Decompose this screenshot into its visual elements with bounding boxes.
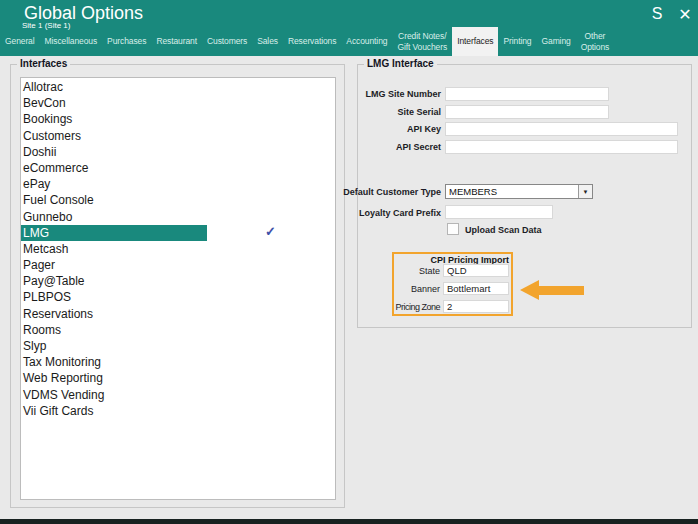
tab-credit-notes[interactable]: Credit Notes/ Gift Vouchers [392,27,452,56]
list-item-vdms-vending[interactable]: VDMS Vending [21,387,335,403]
highlight-arrow-shaft [539,286,584,295]
list-item-ecommerce[interactable]: eCommerce [21,160,335,176]
tab-sales[interactable]: Sales [252,27,283,56]
tab-gaming[interactable]: Gaming [537,27,576,56]
list-item-doshii[interactable]: Doshii [21,144,335,160]
tab-bar: General Miscellaneous Purchases Restaura… [0,27,614,56]
window-buttons: S ✕ [648,5,694,24]
tab-restaurant[interactable]: Restaurant [151,27,202,56]
list-item-metcash[interactable]: Metcash [21,241,335,257]
site-serial-input[interactable] [445,105,609,119]
banner-input[interactable]: Bottlemart [443,282,509,295]
api-key-input[interactable] [445,122,678,136]
tab-other-options[interactable]: Other Options [576,27,615,56]
list-item-vii-gift-cards[interactable]: Vii Gift Cards [21,403,335,419]
highlight-arrow-icon [520,280,539,300]
loyalty-card-prefix-label: Loyalty Card Prefix [326,207,441,219]
tab-interfaces[interactable]: Interfaces [452,27,498,56]
list-item-lmg[interactable]: LMG [21,225,207,241]
api-key-label: API Key [326,123,441,135]
lmg-group-label: LMG Interface [364,58,437,70]
site-serial-label: Site Serial [326,106,441,118]
default-customer-type-dropdown[interactable]: MEMBERS ▼ [445,184,593,199]
default-customer-type-label: Default Customer Type [326,186,441,198]
interfaces-list: Allotrac BevCon Bookings Customers Doshi… [20,77,336,500]
tab-printing[interactable]: Printing [498,27,536,56]
list-item-customers[interactable]: Customers [21,128,335,144]
window-bottom-border [0,519,698,524]
banner-label: Banner [340,283,440,295]
tab-purchases[interactable]: Purchases [102,27,151,56]
dropdown-arrow-icon[interactable]: ▼ [578,185,592,198]
upload-scan-data-label: Upload Scan Data [465,224,580,236]
tab-miscellaneous[interactable]: Miscellaneous [40,27,103,56]
api-secret-input[interactable] [445,140,678,154]
list-item-fuel-console[interactable]: Fuel Console [21,192,335,208]
upload-scan-data-checkbox[interactable] [447,223,459,235]
list-item-pager[interactable]: Pager [21,257,335,273]
global-options-window: Global Options Site 1 (Site 1) S ✕ Gener… [0,0,698,524]
pricing-zone-input[interactable]: 2 [443,300,509,313]
list-item-reservations[interactable]: Reservations [21,306,335,322]
tab-accounting[interactable]: Accounting [341,27,392,56]
tab-customers[interactable]: Customers [202,27,252,56]
interfaces-group-label: Interfaces [17,58,70,70]
s-button[interactable]: S [648,5,666,24]
tab-general[interactable]: General [0,27,40,56]
tab-reservations[interactable]: Reservations [283,27,341,56]
list-item-plbpos[interactable]: PLBPOS [21,289,335,305]
lmg-enabled-checkmark: ✓ [265,224,276,239]
api-secret-label: API Secret [326,141,441,153]
list-item-web-reporting[interactable]: Web Reporting [21,370,335,386]
list-item-gunnebo[interactable]: Gunnebo [21,209,335,225]
loyalty-card-prefix-input[interactable] [445,205,553,219]
list-item-rooms[interactable]: Rooms [21,322,335,338]
list-item-allotrac[interactable]: Allotrac [21,79,335,95]
list-item-bevcon[interactable]: BevCon [21,95,335,111]
list-item-pay-at-table[interactable]: Pay@Table [21,273,335,289]
list-item-slyp[interactable]: Slyp [21,338,335,354]
state-input[interactable]: QLD [443,264,509,277]
lmg-site-number-label: LMG Site Number [326,88,441,100]
state-label: State [340,265,440,277]
close-button[interactable]: ✕ [676,5,694,24]
list-item-bookings[interactable]: Bookings [21,111,335,127]
pricing-zone-label: Pricing Zone [340,301,440,313]
list-item-epay[interactable]: ePay [21,176,335,192]
lmg-site-number-input[interactable] [445,87,609,101]
default-customer-type-value: MEMBERS [446,186,578,197]
title-bar: Global Options Site 1 (Site 1) S ✕ Gener… [0,0,698,56]
list-item-tax-monitoring[interactable]: Tax Monitoring [21,354,335,370]
